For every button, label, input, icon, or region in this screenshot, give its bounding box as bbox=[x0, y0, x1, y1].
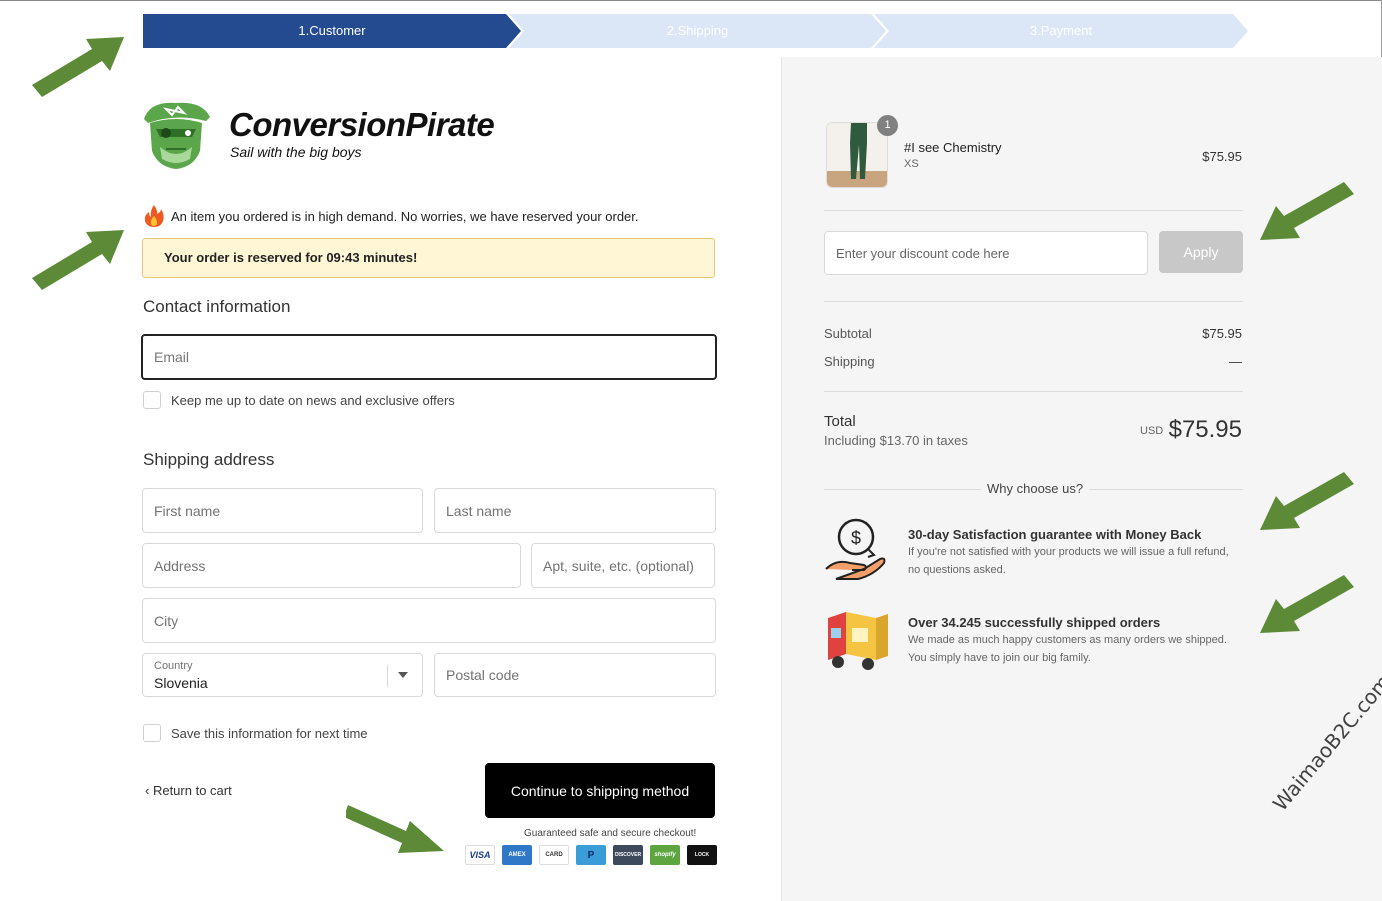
why-choose-title: Why choose us? bbox=[981, 481, 1090, 496]
fire-icon bbox=[144, 205, 164, 227]
apt-field[interactable]: Apt, suite, etc. (optional) bbox=[531, 543, 715, 588]
annotation-arrow-icon bbox=[32, 37, 124, 97]
quantity-badge: 1 bbox=[877, 115, 898, 136]
continue-shipping-button[interactable]: Continue to shipping method bbox=[485, 763, 715, 818]
tax-label: Including $13.70 in taxes bbox=[824, 433, 968, 448]
lock-icon: LOCK bbox=[687, 845, 717, 865]
reservation-banner: Your order is reserved for 09:43 minutes… bbox=[142, 238, 715, 278]
high-demand-notice: An item you ordered is in high demand. N… bbox=[143, 204, 639, 228]
checkout-steps: 1.Customer 2.Shipping 3.Payment bbox=[0, 0, 1382, 57]
email-field[interactable]: Email bbox=[141, 334, 717, 380]
postal-code-field[interactable]: Postal code bbox=[434, 653, 716, 697]
high-demand-text: An item you ordered is in high demand. N… bbox=[171, 208, 639, 224]
guarantee-desc: If you're not satisfied with your produc… bbox=[908, 546, 1229, 576]
divider bbox=[824, 210, 1243, 211]
delivery-truck-icon bbox=[828, 612, 888, 670]
annotation-arrow-icon bbox=[32, 230, 124, 290]
currency-code: USD bbox=[1140, 425, 1164, 437]
product-name: #I see Chemistry bbox=[904, 140, 1002, 155]
secure-checkout-text: Guaranteed safe and secure checkout! bbox=[524, 828, 697, 839]
discover-icon: DISCOVER bbox=[613, 845, 643, 865]
brand-name: ConversionPirate bbox=[229, 106, 495, 143]
shipping-label: Shipping bbox=[824, 354, 875, 369]
card-icon: CARD bbox=[539, 845, 569, 865]
total-value: $75.95 bbox=[1168, 416, 1242, 443]
chevron-down-icon[interactable] bbox=[397, 671, 409, 679]
return-to-cart-link[interactable]: ‹ Return to cart bbox=[145, 783, 232, 798]
discount-code-input[interactable]: Enter your discount code here bbox=[824, 231, 1148, 275]
annotation-arrow-icon bbox=[1260, 182, 1354, 240]
payment-icons: VISA AMEX CARD P DISCOVER shopify LOCK bbox=[465, 845, 717, 865]
product-price: $75.95 bbox=[1202, 149, 1242, 164]
save-info-row[interactable]: Save this information for next time bbox=[143, 724, 368, 742]
shopify-icon: shopify bbox=[650, 845, 680, 865]
shipped-orders-desc: We made as much happy customers as many … bbox=[908, 634, 1227, 664]
last-name-field[interactable]: Last name bbox=[434, 488, 716, 533]
newsletter-row[interactable]: Keep me up to date on news and exclusive… bbox=[143, 391, 455, 409]
shipping-value: — bbox=[1229, 354, 1242, 369]
first-name-field[interactable]: First name bbox=[142, 488, 423, 533]
divider bbox=[824, 301, 1243, 302]
country-value: Slovenia bbox=[154, 675, 208, 691]
contact-title: Contact information bbox=[143, 297, 291, 316]
step-customer[interactable]: 1.Customer bbox=[143, 14, 521, 48]
shipping-title: Shipping address bbox=[143, 450, 275, 469]
visa-icon: VISA bbox=[465, 845, 495, 865]
step-payment[interactable]: 3.Payment bbox=[874, 14, 1248, 48]
annotation-arrow-icon bbox=[1260, 472, 1354, 530]
newsletter-checkbox[interactable] bbox=[143, 391, 161, 409]
product-variant: XS bbox=[904, 158, 919, 170]
save-info-label: Save this information for next time bbox=[171, 725, 368, 741]
country-label: Country bbox=[154, 660, 193, 672]
total-label: Total bbox=[824, 413, 856, 430]
money-back-icon: $ bbox=[825, 518, 886, 580]
apply-discount-button[interactable]: Apply bbox=[1159, 231, 1243, 273]
divider bbox=[824, 391, 1243, 392]
shipped-orders-title: Over 34.245 successfully shipped orders bbox=[908, 615, 1161, 630]
svg-text:$: $ bbox=[851, 528, 861, 548]
subtotal-value: $75.95 bbox=[1202, 326, 1242, 341]
annotation-arrow-icon bbox=[1260, 575, 1354, 633]
address-field[interactable]: Address bbox=[142, 543, 521, 588]
guarantee-title: 30-day Satisfaction guarantee with Money… bbox=[908, 527, 1202, 542]
city-field[interactable]: City bbox=[142, 598, 716, 643]
amex-icon: AMEX bbox=[502, 845, 532, 865]
subtotal-label: Subtotal bbox=[824, 326, 872, 341]
step-shipping[interactable]: 2.Shipping bbox=[509, 14, 886, 48]
newsletter-label: Keep me up to date on news and exclusive… bbox=[171, 392, 455, 408]
chevron-left-icon: ‹ bbox=[145, 783, 153, 798]
paypal-icon: P bbox=[576, 845, 606, 865]
country-separator bbox=[387, 665, 388, 687]
save-info-checkbox[interactable] bbox=[143, 724, 161, 742]
pirate-logo-icon bbox=[136, 97, 216, 178]
return-to-cart-label: Return to cart bbox=[152, 783, 232, 798]
annotation-arrow-icon bbox=[346, 805, 444, 853]
brand-tagline: Sail with the big boys bbox=[230, 144, 362, 160]
